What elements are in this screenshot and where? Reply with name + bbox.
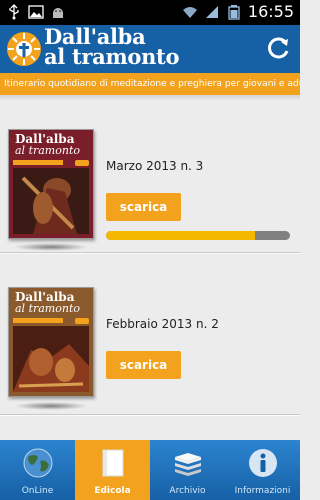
tab-label: Informazioni <box>234 486 291 496</box>
status-bar: 16:55 <box>0 0 300 25</box>
app-subtitle: Itinerario quotidiano di meditazione e p… <box>0 73 300 95</box>
android-icon <box>53 8 63 18</box>
cover-band <box>13 318 63 323</box>
book-icon <box>102 449 123 477</box>
cover-shadow <box>14 243 88 251</box>
bottom-nav: OnLine Edicola Archivio Informazioni <box>0 440 300 500</box>
list-divider <box>0 252 300 254</box>
tab-label: OnLine <box>21 486 54 496</box>
issue-title: Febbraio 2013 n. 2 <box>106 317 219 331</box>
cover-badge <box>75 318 89 324</box>
cover-badge <box>75 160 89 166</box>
cover-band <box>13 160 63 165</box>
tab-archivio[interactable]: Archivio <box>150 440 225 500</box>
wifi-icon <box>182 7 197 18</box>
app-logo-icon <box>7 32 41 66</box>
stack-icon <box>174 453 201 476</box>
tab-label: Edicola <box>94 486 131 496</box>
tab-informazioni[interactable]: Informazioni <box>225 440 300 500</box>
globe-icon <box>23 448 52 478</box>
issue-cover[interactable]: Dall'alba al tramonto <box>8 129 94 239</box>
app-title-line2: al tramonto <box>44 44 180 69</box>
cover-artwork <box>13 168 89 234</box>
cover-shadow <box>14 402 88 410</box>
signal-icon <box>205 6 218 18</box>
cover-title-line2: al tramonto <box>15 144 80 157</box>
list-divider <box>0 414 300 416</box>
cover-title: Dall'alba al tramonto <box>15 133 80 157</box>
download-button[interactable]: scarica <box>106 351 181 379</box>
battery-icon <box>228 5 240 20</box>
app-title: Dall'alba al tramonto <box>44 26 180 69</box>
refresh-icon[interactable] <box>266 35 292 61</box>
usb-icon <box>9 4 19 20</box>
issue-item: Dall'alba al tramonto Marzo 2013 n. 3 sc… <box>0 101 300 251</box>
issue-cover[interactable]: Dall'alba al tramonto <box>8 287 94 397</box>
app-header: Dall'alba al tramonto <box>0 25 300 73</box>
issue-item: Dall'alba al tramonto Febbraio 2013 n. 2… <box>0 258 300 410</box>
gallery-icon <box>28 5 44 19</box>
info-icon <box>248 449 277 477</box>
clock: 16:55 <box>247 2 294 21</box>
cover-title-line2: al tramonto <box>15 302 80 315</box>
cover-artwork <box>13 326 89 392</box>
tab-online[interactable]: OnLine <box>0 440 75 500</box>
download-progress-bar <box>106 231 290 240</box>
tab-edicola[interactable]: Edicola <box>75 440 150 500</box>
download-progress-fill <box>106 231 256 240</box>
download-button[interactable]: scarica <box>106 193 181 221</box>
tab-label: Archivio <box>169 486 206 496</box>
issue-title: Marzo 2013 n. 3 <box>106 159 204 173</box>
cover-title: Dall'alba al tramonto <box>15 291 80 315</box>
